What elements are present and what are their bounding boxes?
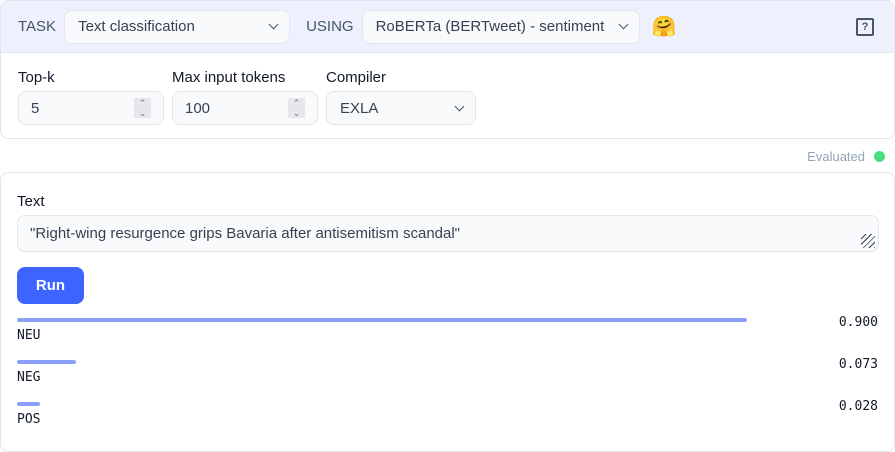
result-row: NEU 0.900 [17,315,878,360]
status-dot-icon [874,151,885,162]
smart-cell: TASK Text classification USING RoBERTa (… [0,0,895,139]
resize-handle-icon[interactable] [861,234,875,248]
topk-label: Top-k [18,69,55,86]
run-button[interactable]: Run [17,267,84,304]
text-input[interactable]: "Right-wing resurgence grips Bavaria aft… [17,215,879,252]
result-label: POS [17,412,41,427]
result-label: NEG [17,370,41,385]
result-row: NEG 0.073 [17,357,878,402]
topk-field: Top-k 5 ⌃ ⌄ [18,69,164,125]
cell-header: TASK Text classification USING RoBERTa (… [1,1,894,53]
max-tokens-input[interactable]: 100 ⌃ ⌄ [172,91,318,125]
model-select[interactable]: RoBERTa (BERTweet) - sentiment [361,9,640,44]
compiler-select[interactable]: EXLA [326,91,476,125]
status-text: Evaluated [807,149,865,164]
max-tokens-label: Max input tokens [172,69,286,86]
evaluation-status: Evaluated [807,149,885,164]
chevron-down-icon [618,19,629,30]
result-score: 0.900 [838,315,878,330]
result-score: 0.073 [838,357,878,372]
chevron-down-icon [454,101,465,111]
stepper-icon[interactable]: ⌃ ⌄ [134,98,151,118]
result-row: POS 0.028 [17,399,878,444]
score-bar [17,402,40,406]
topk-value: 5 [31,99,40,117]
topk-input[interactable]: 5 ⌃ ⌄ [18,91,164,125]
using-label: USING [306,18,354,35]
output-panel: Text "Right-wing resurgence grips Bavari… [0,172,895,452]
help-icon[interactable]: ? [856,18,874,36]
result-label: NEU [17,328,41,343]
hugging-face-icon: 🤗 [651,16,677,38]
text-label: Text [17,193,45,210]
task-label: TASK [18,18,57,35]
compiler-label: Compiler [326,69,387,86]
results-list: NEU 0.900 NEG 0.073 POS 0.028 [17,315,878,444]
compiler-field: Compiler EXLA [326,69,476,125]
text-value: "Right-wing resurgence grips Bavaria aft… [30,225,460,242]
max-tokens-value: 100 [185,99,211,117]
compiler-value: EXLA [340,99,379,117]
task-select[interactable]: Text classification [64,9,291,44]
model-value: RoBERTa (BERTweet) - sentiment [375,18,605,35]
chevron-down-icon [268,19,279,30]
max-tokens-field: Max input tokens 100 ⌃ ⌄ [172,69,318,125]
stepper-icon[interactable]: ⌃ ⌄ [288,98,305,118]
score-bar [17,360,77,364]
result-score: 0.028 [838,399,878,414]
task-value: Text classification [78,18,195,35]
score-bar [17,318,747,322]
